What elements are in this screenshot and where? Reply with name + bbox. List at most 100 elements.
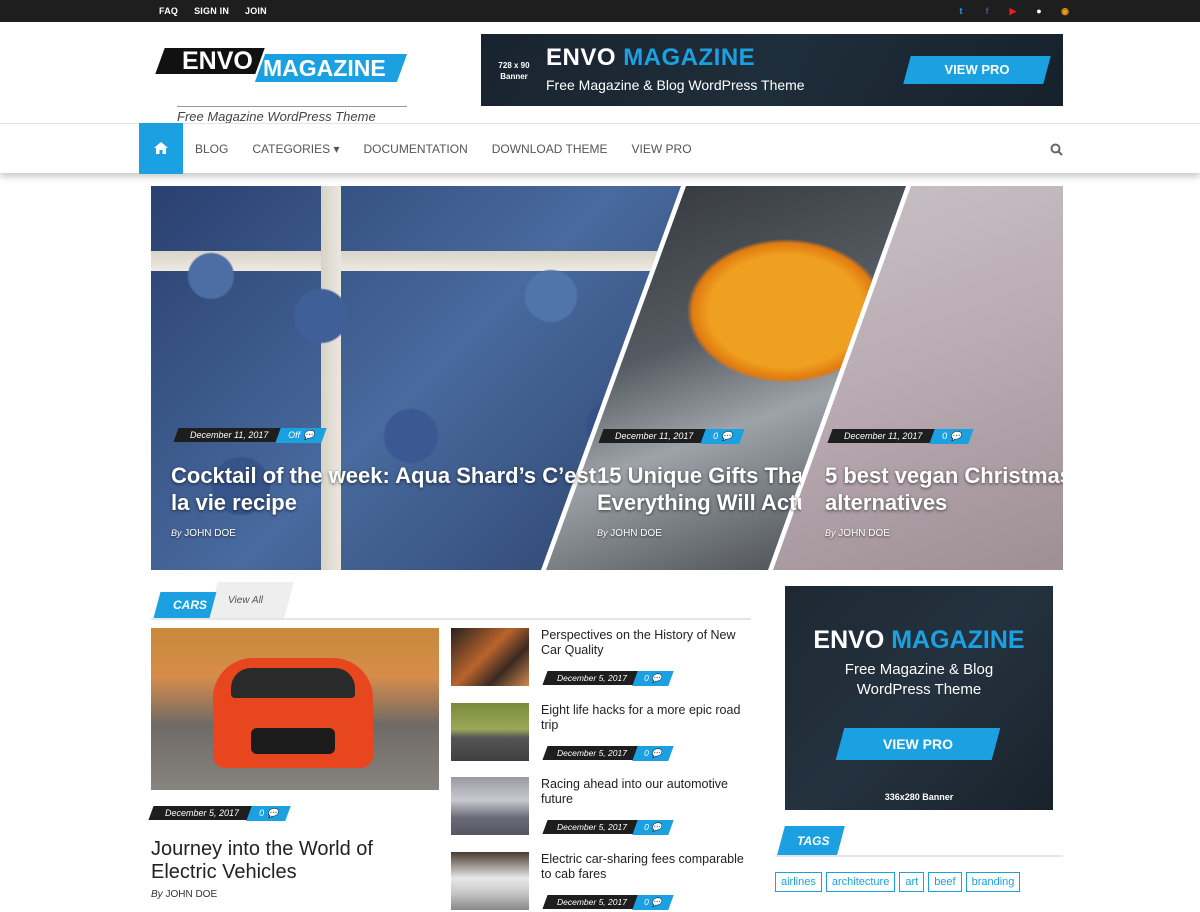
sidebar-ad-banner[interactable]: ENVO MAGAZINE Free Magazine & Blog WordPr… [785, 586, 1053, 810]
list-item-meta: December 5, 2017 0 💬 [542, 817, 674, 835]
tags-heading: TAGS [797, 834, 830, 848]
list-item-title[interactable]: Racing ahead into our automotive future [541, 777, 751, 807]
header-ad-banner[interactable]: 728 x 90 Banner ENVO MAGAZINE Free Magaz… [481, 34, 1063, 106]
comment-icon: 💬 [651, 822, 662, 832]
list-thumb-white-car[interactable] [451, 852, 529, 910]
tag-cloud: airlines architecture art beef branding [775, 872, 1021, 892]
main-nav: BLOG CATEGORIES ▾ DOCUMENTATION DOWNLOAD… [0, 123, 1200, 174]
sign-in-link[interactable]: SIGN IN [194, 6, 229, 16]
logo-envo-text: ENVO [182, 47, 253, 75]
banner-size-label: 728 x 90 Banner [498, 61, 530, 81]
list-item-comments[interactable]: 0 💬 [632, 746, 674, 761]
tag-airlines[interactable]: airlines [775, 872, 822, 892]
banner-subtitle: Free Magazine & Blog WordPress Theme [546, 77, 805, 93]
featured-car-comments[interactable]: 0 💬 [246, 806, 291, 821]
list-thumb-interior[interactable] [451, 628, 529, 686]
top-bar: FAQ SIGN IN JOIN t f ▶ ● ◉ [0, 0, 1200, 22]
site-logo[interactable]: ENVO MAGAZINE Free Magazine WordPress Th… [155, 47, 410, 128]
search-icon[interactable] [1050, 143, 1063, 156]
list-item-date: December 5, 2017 [542, 820, 642, 834]
view-all-link[interactable]: View All [228, 595, 263, 606]
list-item-title[interactable]: Eight life hacks for a more epic road tr… [541, 703, 751, 733]
comment-icon: 💬 [302, 430, 315, 440]
tag-beef[interactable]: beef [928, 872, 962, 892]
list-thumb-silver-car[interactable] [451, 777, 529, 835]
slide-1-meta: December 11, 2017 Off 💬 [173, 425, 327, 443]
slide-2-meta: December 11, 2017 0 💬 [598, 426, 745, 444]
slide-3-title[interactable]: 5 best vegan Christmas dialternatives [825, 462, 1063, 516]
slide-1-comments[interactable]: Off 💬 [275, 428, 327, 443]
list-item-comments[interactable]: 0 💬 [632, 820, 674, 835]
list-item-meta: December 5, 2017 0 💬 [542, 668, 674, 686]
home-button[interactable] [139, 123, 183, 174]
cars-section-header: View All CARS [151, 582, 751, 620]
slide-1-byline: By JOHN DOE [171, 528, 236, 539]
rss-icon[interactable]: ◉ [1060, 6, 1070, 17]
banner-title-a: ENVO [546, 44, 617, 71]
slide-1-date: December 11, 2017 [173, 428, 285, 442]
slide-2-author[interactable]: JOHN DOE [610, 528, 662, 539]
tags-section-header: TAGS [775, 826, 1063, 857]
list-item: Perspectives on the History of New Car Q… [451, 628, 751, 688]
list-item-title[interactable]: Electric car-sharing fees comparable to … [541, 852, 751, 882]
slide-3-meta: December 11, 2017 0 💬 [827, 426, 974, 444]
nav-item-documentation[interactable]: DOCUMENTATION [352, 142, 480, 156]
featured-car-author[interactable]: JOHN DOE [165, 889, 217, 900]
featured-car-title[interactable]: Journey into the World of Electric Vehic… [151, 838, 439, 884]
nav-menu: BLOG CATEGORIES ▾ DOCUMENTATION DOWNLOAD… [183, 124, 704, 174]
social-links: t f ▶ ● ◉ [956, 6, 1070, 17]
join-link[interactable]: JOIN [245, 6, 267, 16]
nav-item-blog[interactable]: BLOG [183, 142, 240, 156]
nav-item-categories[interactable]: CATEGORIES ▾ [240, 142, 351, 156]
sidebar-banner-title-b: MAGAZINE [891, 626, 1025, 654]
featured-car-date: December 5, 2017 [148, 806, 256, 820]
logo-tagline: Free Magazine WordPress Theme [177, 106, 407, 124]
comment-icon: 💬 [651, 748, 662, 758]
list-item-date: December 5, 2017 [542, 671, 642, 685]
youtube-icon[interactable]: ▶ [1008, 6, 1018, 17]
sidebar-banner-title: ENVO MAGAZINE [785, 626, 1053, 655]
comment-icon: 💬 [949, 431, 962, 441]
sidebar-banner-title-a: ENVO [813, 626, 885, 654]
slide-2-title[interactable]: 15 Unique Gifts That FEverything Will Ac… [597, 462, 801, 516]
list-item-title[interactable]: Perspectives on the History of New Car Q… [541, 628, 751, 658]
list-item-meta: December 5, 2017 0 💬 [542, 892, 674, 910]
twitter-icon[interactable]: t [956, 6, 966, 16]
featured-car-image[interactable] [151, 628, 439, 790]
slide-2-comments[interactable]: 0 💬 [700, 429, 745, 444]
top-links: FAQ SIGN IN JOIN [159, 6, 267, 16]
site-header: ENVO MAGAZINE Free Magazine WordPress Th… [0, 22, 1200, 125]
slide-1-author[interactable]: JOHN DOE [184, 528, 236, 539]
slide-2-date: December 11, 2017 [598, 429, 710, 443]
list-item-comments[interactable]: 0 💬 [632, 895, 674, 910]
banner-title: ENVO MAGAZINE [546, 44, 755, 72]
logo-magazine-text: MAGAZINE [263, 55, 386, 81]
home-icon [154, 142, 168, 154]
tag-branding[interactable]: branding [965, 872, 1021, 892]
list-item: Electric car-sharing fees comparable to … [451, 852, 751, 912]
nav-item-download-theme[interactable]: DOWNLOAD THEME [480, 142, 620, 156]
sidebar-banner-subtitle: Free Magazine & Blog WordPress Theme [844, 661, 994, 698]
reddit-icon[interactable]: ● [1034, 6, 1044, 16]
tag-art[interactable]: art [899, 872, 925, 892]
banner-view-pro-button[interactable]: VIEW PRO [907, 56, 1047, 84]
cars-heading[interactable]: CARS [173, 598, 207, 612]
list-item-date: December 5, 2017 [542, 746, 642, 760]
sidebar-view-pro-button[interactable]: VIEW PRO [840, 728, 996, 760]
list-item: Eight life hacks for a more epic road tr… [451, 703, 751, 763]
slide-1-title[interactable]: Cocktail of the week: Aqua Shard’s C’est… [171, 462, 596, 516]
slide-2-byline: By JOHN DOE [597, 528, 662, 539]
list-item-comments[interactable]: 0 💬 [632, 671, 674, 686]
comment-icon: 💬 [266, 808, 278, 818]
featured-car-meta: December 5, 2017 0 💬 [148, 803, 291, 821]
tag-architecture[interactable]: architecture [825, 872, 896, 892]
faq-link[interactable]: FAQ [159, 6, 178, 16]
list-thumb-road[interactable] [451, 703, 529, 761]
slide-3-comments[interactable]: 0 💬 [929, 429, 974, 444]
comment-icon: 💬 [720, 431, 733, 441]
facebook-icon[interactable]: f [982, 6, 992, 16]
list-item: Racing ahead into our automotive future … [451, 777, 751, 837]
featured-slider: December 11, 2017 Off 💬 Cocktail of the w… [151, 186, 1063, 570]
nav-item-view-pro[interactable]: VIEW PRO [620, 142, 704, 156]
slide-3-author[interactable]: JOHN DOE [838, 528, 890, 539]
